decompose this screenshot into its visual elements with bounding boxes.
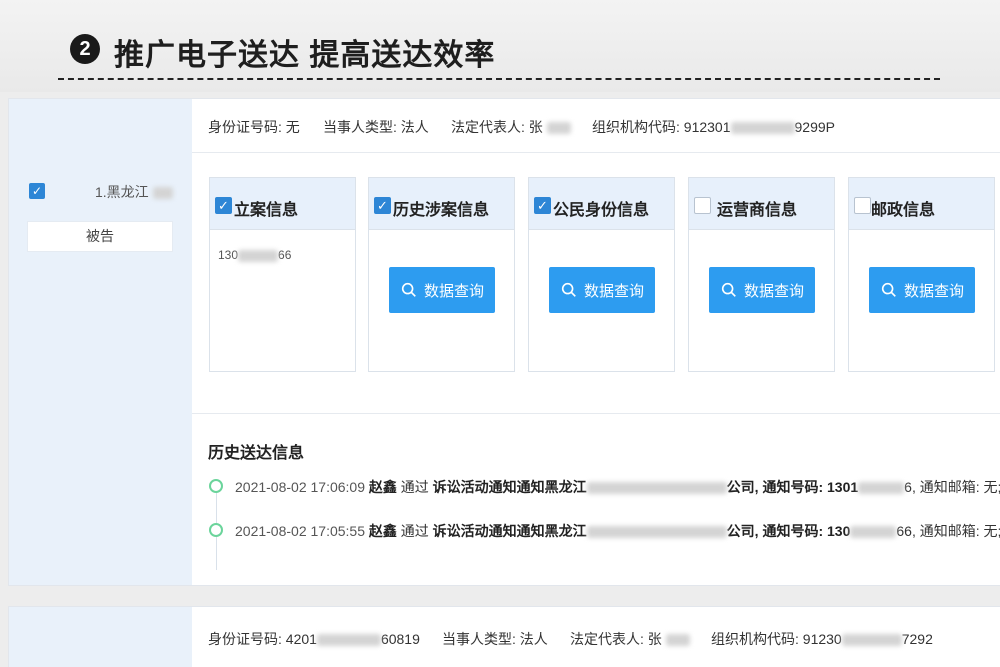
case-filing-label: 立案信息 <box>234 202 299 219</box>
case-history-query-button[interactable]: 数据查询 <box>389 267 495 313</box>
history-time: 2021-08-02 17:06:09 <box>235 479 365 495</box>
history-person: 赵鑫 <box>368 479 397 495</box>
party-panel: ✓ 1.黑龙江 被告 <box>9 99 192 585</box>
redacted-text <box>316 634 381 647</box>
section-divider <box>192 413 1000 414</box>
banner: 2 推广电子送达 提高送达效率 <box>0 0 1000 92</box>
redacted-text <box>546 122 571 135</box>
phone-suffix: 66 <box>278 248 292 262</box>
legal-representative: 法定代表人: 张 <box>451 117 571 137</box>
party-name: 1.黑龙江 <box>95 182 173 202</box>
org-code: 组织机构代码: 912301 9299P <box>592 117 835 137</box>
banner-divider <box>58 78 940 80</box>
history-recipient: 通知黑龙江 <box>516 523 587 539</box>
query-button-label: 数据查询 <box>743 282 804 300</box>
party-type-2: 当事人类型: 法人 <box>442 631 548 647</box>
history-title: 历史送达信息 <box>208 445 305 462</box>
query-box-carrier: 运营商信息 数据查询 <box>688 177 835 372</box>
step-number-badge: 2 <box>70 34 100 64</box>
org-code-prefix: 组织机构代码: 912301 <box>592 119 731 135</box>
history-text: 2021-08-02 17:05:55 赵鑫 通过 诉讼活动通知通知黑龙江 公司,… <box>235 521 1000 541</box>
redacted-text <box>665 634 690 647</box>
query-button-label: 数据查询 <box>583 282 644 300</box>
carrier-query-button[interactable]: 数据查询 <box>709 267 815 313</box>
org-code-suffix: 7292 <box>901 631 933 647</box>
id-number-suffix: 60819 <box>380 631 420 647</box>
redacted-text <box>152 187 173 200</box>
history-phone: 公司, 通知号码: 130 <box>726 523 851 539</box>
history-via: 通过 <box>400 479 429 495</box>
redacted-text <box>858 482 905 495</box>
postal-label: 邮政信息 <box>871 202 936 219</box>
party-checkbox[interactable]: ✓ <box>29 183 45 199</box>
citizen-id-checkbox[interactable]: ✓ <box>534 197 551 214</box>
citizen-id-label: 公民身份信息 <box>553 202 650 219</box>
party-panel-2 <box>9 607 192 667</box>
legal-representative-2: 法定代表人: 张 <box>570 629 690 649</box>
id-number: 身份证号码: 无 <box>208 119 300 135</box>
search-icon <box>721 282 736 297</box>
party-card: ✓ 1.黑龙江 被告 身份证号码: 无 当事人类型: 法人 法定代表人: 张 组… <box>8 98 1000 586</box>
party-info-row: 身份证号码: 无 当事人类型: 法人 法定代表人: 张 组织机构代码: 9123… <box>192 99 1000 153</box>
redacted-text <box>730 122 795 135</box>
legal-rep-text: 法定代表人: 张 <box>451 119 543 135</box>
redacted-text <box>586 526 727 539</box>
search-icon <box>561 282 576 297</box>
history-person: 赵鑫 <box>368 523 397 539</box>
case-history-checkbox[interactable]: ✓ <box>374 197 391 214</box>
id-number-prefix: 身份证号码: 4201 <box>208 631 317 647</box>
org-code-prefix: 组织机构代码: 91230 <box>711 631 842 647</box>
party-card-2: 身份证号码: 4201 60819 当事人类型: 法人 法定代表人: 张 组织机构… <box>8 606 1000 667</box>
history-text: 2021-08-02 17:06:09 赵鑫 通过 诉讼活动通知通知黑龙江 公司,… <box>235 477 1000 497</box>
query-box-case-filing: ✓ 立案信息 130 66 <box>209 177 356 372</box>
query-box-case-history: ✓ 历史涉案信息 数据查询 <box>368 177 515 372</box>
query-box-header: ✓ 立案信息 <box>210 178 355 230</box>
query-box-header: ✓ 公民身份信息 <box>529 178 674 230</box>
history-time: 2021-08-02 17:05:55 <box>235 523 365 539</box>
history-method: 诉讼活动通知 <box>432 479 517 495</box>
case-history-label: 历史涉案信息 <box>393 202 490 219</box>
history-phone: 公司, 通知号码: 1301 <box>726 479 859 495</box>
query-button-label: 数据查询 <box>903 282 964 300</box>
query-box-header: ✓ 历史涉案信息 <box>369 178 514 230</box>
case-filing-checkbox[interactable]: ✓ <box>215 197 232 214</box>
phone-prefix: 130 <box>218 248 239 262</box>
history-recipient: 通知黑龙江 <box>516 479 587 495</box>
citizen-id-query-button[interactable]: 数据查询 <box>549 267 655 313</box>
history-method: 诉讼活动通知 <box>432 523 517 539</box>
banner-title: 推广电子送达 提高送达效率 <box>114 39 496 72</box>
party-type: 当事人类型: 法人 <box>323 119 429 135</box>
carrier-label: 运营商信息 <box>717 202 798 219</box>
query-box-header: 邮政信息 <box>849 178 994 230</box>
redacted-text <box>850 526 897 539</box>
legal-rep-text: 法定代表人: 张 <box>570 631 662 647</box>
party-role-tag[interactable]: 被告 <box>27 221 173 252</box>
redacted-text <box>238 249 279 262</box>
org-code-2: 组织机构代码: 91230 7292 <box>711 629 933 649</box>
history-email: 6, 通知邮箱: 无; <box>904 479 1000 495</box>
postal-checkbox[interactable] <box>854 197 871 214</box>
timeline-dot <box>209 523 223 537</box>
party-name-text: 1.黑龙江 <box>95 184 149 200</box>
id-number-2: 身份证号码: 4201 60819 <box>208 629 420 649</box>
history-via: 通过 <box>400 523 429 539</box>
carrier-checkbox[interactable] <box>694 197 711 214</box>
timeline-dot <box>209 479 223 493</box>
search-icon <box>881 282 896 297</box>
redacted-text <box>586 482 727 495</box>
redacted-text <box>841 634 902 647</box>
query-button-label: 数据查询 <box>423 282 484 300</box>
query-box-postal: 邮政信息 数据查询 <box>848 177 995 372</box>
case-filing-phone: 130 66 <box>218 248 291 262</box>
query-box-citizen-id: ✓ 公民身份信息 数据查询 <box>528 177 675 372</box>
party-info-row-2: 身份证号码: 4201 60819 当事人类型: 法人 法定代表人: 张 组织机构… <box>192 607 1000 667</box>
history-email: 66, 通知邮箱: 无; <box>896 523 1000 539</box>
postal-query-button[interactable]: 数据查询 <box>869 267 975 313</box>
search-icon <box>401 282 416 297</box>
org-code-suffix: 9299P <box>794 119 835 135</box>
query-box-header: 运营商信息 <box>689 178 834 230</box>
